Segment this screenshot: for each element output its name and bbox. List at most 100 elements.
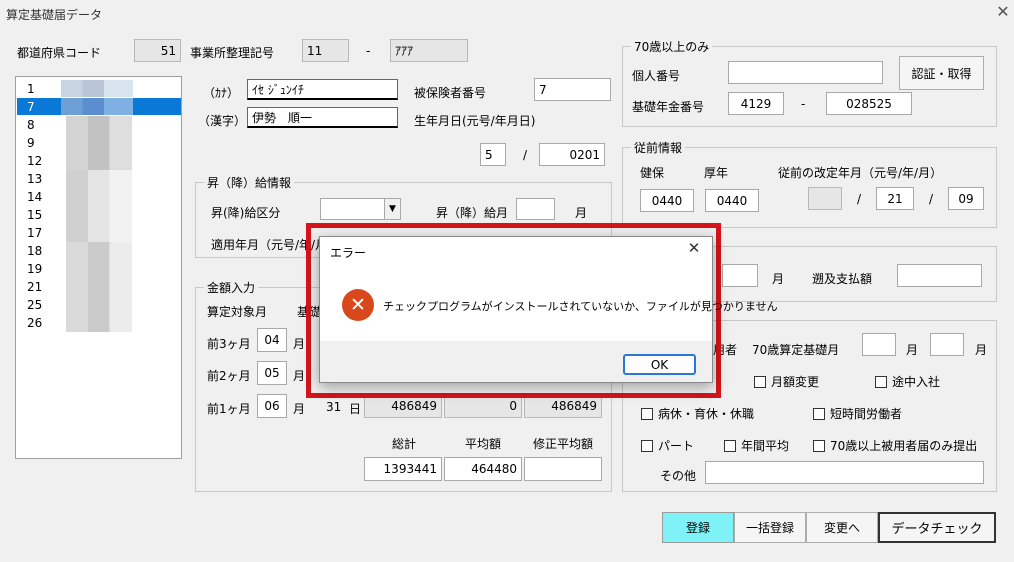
pref-code-label: 都道府県コード (17, 46, 102, 60)
row-3-label: 前3ヶ月 (207, 337, 251, 351)
prev-year-field[interactable]: 21 (876, 187, 914, 210)
data-check-button[interactable]: データチェック (878, 512, 996, 543)
annual-average-label: 年間平均 (741, 439, 790, 453)
row-2-month-field[interactable]: 05 (257, 361, 287, 385)
other-label: その他 (660, 469, 697, 483)
chevron-down-icon[interactable]: ▼ (384, 199, 400, 219)
pref-code-field: 51 (134, 39, 181, 62)
birth-label: 生年月日(元号/年月日) (414, 114, 536, 128)
row-1-label: 前1ヶ月 (207, 402, 251, 416)
short-time-checkbox[interactable]: 短時間労働者 (813, 405, 902, 422)
prev-month-field[interactable]: 09 (948, 187, 984, 210)
promotion-type-select[interactable]: ▼ (320, 198, 401, 220)
blurred-name (61, 80, 133, 97)
pension-no-label: 基礎年金番号 (632, 100, 705, 114)
target-month-label: 算定対象月 (207, 305, 268, 319)
retro-amount-field[interactable] (897, 264, 982, 287)
checkbox-box[interactable] (813, 439, 825, 452)
promotion-type-label: 昇(降)給区分 (211, 206, 281, 220)
checkbox-box[interactable] (641, 407, 653, 420)
auth-acquire-button[interactable]: 認証・取得 (899, 56, 984, 90)
part-time-checkbox[interactable]: パート (641, 437, 694, 454)
pension-no-1-field[interactable]: 4129 (728, 92, 784, 115)
monthly-change-checkbox[interactable]: 月額変更 (754, 373, 819, 390)
midway-join-label: 途中入社 (892, 375, 941, 389)
base-month-unit-1: 月 (906, 343, 919, 357)
row-1-month-field[interactable]: 06 (257, 394, 287, 418)
prev-era-field[interactable] (808, 187, 842, 210)
dialog-message: チェックプログラムがインストールされていないか、ファイルが見つかりません (383, 300, 778, 313)
prev-pension-field[interactable]: 0440 (705, 189, 759, 212)
adjusted-average-label: 修正平均額 (533, 437, 594, 451)
dialog-close-icon[interactable]: ✕ (684, 239, 704, 259)
retro-month-field[interactable] (722, 264, 758, 287)
retro-amount-label: 遡及支払額 (812, 272, 873, 286)
grand-total-label: 総計 (392, 437, 417, 451)
prev-slash-1: / (857, 192, 862, 206)
base-month-field-1[interactable] (862, 333, 896, 356)
change-button[interactable]: 変更へ (806, 512, 878, 543)
part-time-label: パート (658, 439, 695, 453)
insured-no-field[interactable]: 7 (534, 78, 611, 101)
window-title: 算定基礎届データ (6, 8, 103, 22)
office-code-2-field: ｱｱｱ (390, 39, 468, 62)
blurred-name (66, 116, 132, 170)
checkbox-box[interactable] (724, 439, 736, 452)
promotion-month-field[interactable] (516, 198, 555, 220)
adjusted-average-field[interactable] (524, 457, 602, 481)
row-1-month-unit: 月 (293, 402, 306, 416)
other-field[interactable] (705, 461, 984, 484)
prev-health-field[interactable]: 0440 (640, 189, 694, 212)
midway-join-checkbox[interactable]: 途中入社 (875, 373, 940, 390)
promotion-month-label: 昇（降）給月 (436, 206, 509, 220)
blurred-name (66, 170, 132, 242)
checkbox-box[interactable] (813, 407, 825, 420)
kana-label: （ｶﾅ） (203, 86, 240, 100)
leave-checkbox[interactable]: 病休・育休・休職 (641, 405, 754, 422)
checkbox-box[interactable] (875, 375, 887, 388)
row-1-day-unit: 日 (349, 402, 362, 416)
employee-list[interactable]: 1 7 8 9 12 13 14 15 17 18 19 21 25 26 (15, 76, 182, 459)
base-month-label: 70歳算定基礎月 (752, 343, 840, 357)
amount-title: 金額入力 (204, 279, 259, 296)
checkbox-box[interactable] (754, 375, 766, 388)
insured-no-label: 被保険者番号 (414, 86, 487, 100)
row-1-days: 31 (326, 400, 342, 414)
blurred-name (66, 242, 132, 332)
birth-date-field[interactable]: 0201 (539, 143, 605, 166)
kanji-name-field[interactable]: 伊勢 順一 (247, 107, 398, 128)
base-month-unit-2: 月 (975, 343, 988, 357)
average-label: 平均額 (465, 437, 502, 451)
over70-only-label: 70歳以上被用者届のみ提出 (830, 439, 978, 453)
pension-dash: - (801, 97, 806, 111)
birth-era-field[interactable]: 5 (480, 143, 506, 166)
checkbox-box[interactable] (641, 439, 653, 452)
birth-slash: / (523, 148, 528, 162)
prev-health-label: 健保 (640, 166, 665, 180)
office-code-1-field: 11 (302, 39, 349, 62)
short-time-label: 短時間労働者 (830, 407, 903, 421)
monthly-change-label: 月額変更 (771, 375, 820, 389)
pension-no-2-field[interactable]: 028525 (826, 92, 912, 115)
dialog-title: エラー (330, 246, 367, 260)
office-code-label: 事業所整理記号 (190, 46, 275, 60)
row-3-month-field[interactable]: 04 (257, 328, 287, 352)
bulk-register-button[interactable]: 一括登録 (734, 512, 806, 543)
promotion-month-unit: 月 (575, 206, 588, 220)
grand-total-field[interactable]: 1393441 (364, 457, 442, 481)
prev-pension-label: 厚年 (704, 166, 729, 180)
personal-no-field[interactable] (728, 61, 883, 84)
personal-no-label: 個人番号 (632, 69, 681, 83)
row-2-month-unit: 月 (293, 369, 306, 383)
over70-only-checkbox[interactable]: 70歳以上被用者届のみ提出 (813, 437, 977, 454)
average-field[interactable]: 464480 (444, 457, 522, 481)
register-button[interactable]: 登録 (662, 512, 734, 543)
kana-name-field[interactable]: ｲｾ ｼﾞｭﾝｲﾁ (247, 79, 398, 100)
ok-button[interactable]: OK (623, 354, 696, 375)
leave-label: 病休・育休・休職 (658, 407, 755, 421)
base-month-field-2[interactable] (930, 333, 964, 356)
annual-average-checkbox[interactable]: 年間平均 (724, 437, 789, 454)
prev-slash-2: / (929, 192, 934, 206)
window-close-icon[interactable]: ✕ (994, 2, 1012, 22)
prev-revision-label: 従前の改定年月（元号/年/月） (778, 166, 943, 180)
